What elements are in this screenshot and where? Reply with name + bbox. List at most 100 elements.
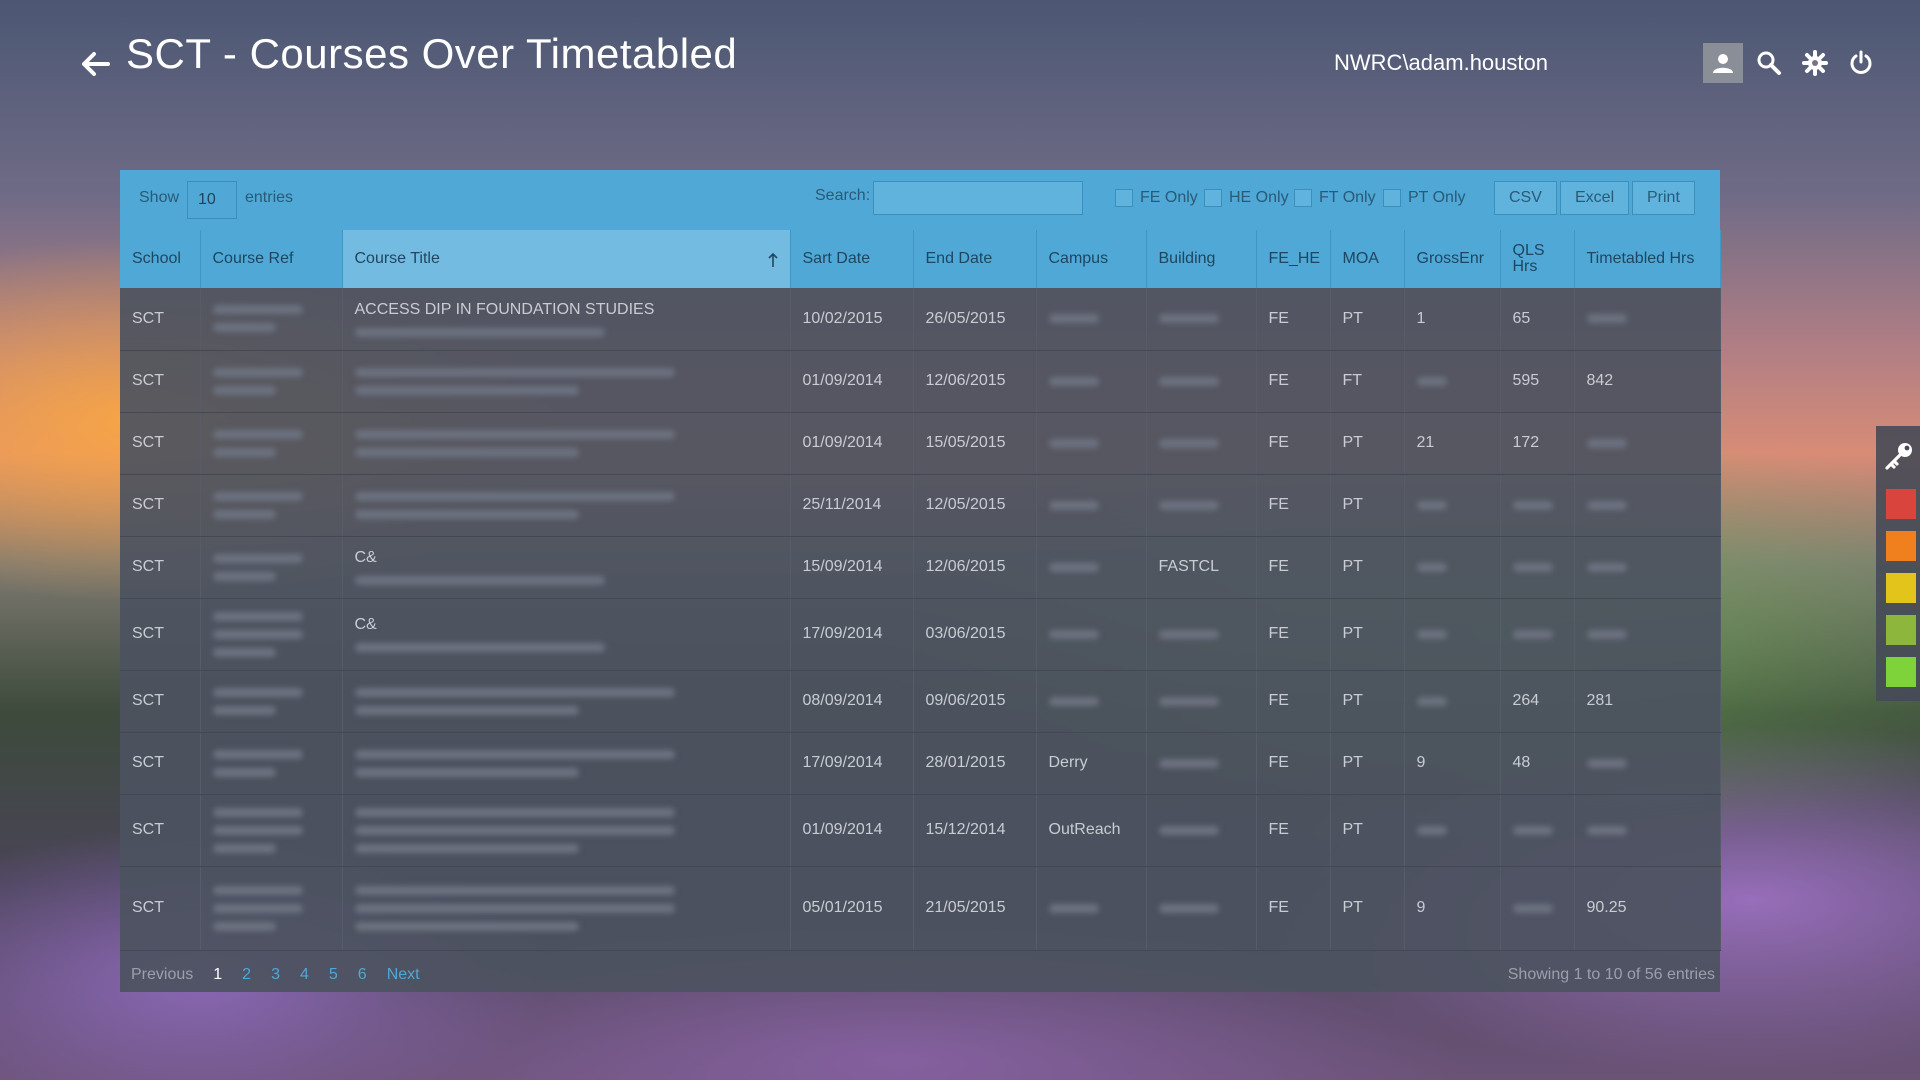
excel-button[interactable]: Excel [1560, 181, 1630, 215]
redacted-text [212, 491, 303, 501]
cell-text: SCT [132, 625, 164, 642]
redacted-text [354, 327, 605, 337]
cell-text: 10/02/2015 [802, 309, 883, 327]
page-1-button[interactable]: 1 [213, 966, 222, 984]
col-school[interactable]: School [120, 230, 201, 288]
search-input[interactable] [873, 181, 1083, 215]
he-only-filter[interactable]: HE Only [1204, 189, 1289, 207]
col-course-title[interactable]: Course Title [342, 230, 791, 288]
table-row[interactable]: SCT 01/09/2014 15/05/2015 FE PT 21 172 [120, 412, 1721, 475]
cell-text: PT [1342, 821, 1363, 838]
col-timetabled-hrs[interactable]: Timetabled Hrs [1574, 230, 1721, 288]
cell-text: 21/05/2015 [925, 899, 1006, 916]
cell-ref [200, 732, 343, 795]
cell-moa: PT [1330, 670, 1405, 733]
cell-text: 12/06/2015 [925, 372, 1006, 389]
cell-end: 03/06/2015 [913, 598, 1037, 671]
cell-fe-he: FE [1256, 598, 1331, 671]
cell-building [1146, 598, 1257, 671]
cell-building [1146, 288, 1257, 351]
cell-building [1146, 412, 1257, 475]
ft-only-checkbox[interactable] [1294, 189, 1312, 207]
search-icon[interactable] [1756, 50, 1782, 76]
table-row[interactable]: SCT 01/09/2014 12/06/2015 FE FT 595 842 [120, 350, 1721, 413]
col-moa[interactable]: MOA [1330, 230, 1405, 288]
col-course-ref[interactable]: Course Ref [200, 230, 343, 288]
page-4-button[interactable]: 4 [300, 966, 309, 984]
col-fe-he[interactable]: FE_HE [1256, 230, 1331, 288]
key-icon[interactable] [1883, 440, 1915, 472]
color-swatch-red[interactable] [1886, 489, 1916, 519]
redacted-text [1416, 500, 1447, 510]
table-row[interactable]: SCT 08/09/2014 09/06/2015 FE PT 264 281 [120, 670, 1721, 733]
fe-only-checkbox[interactable] [1115, 189, 1133, 207]
cell-qls: 264 [1500, 670, 1575, 733]
cell-text: 01/09/2014 [802, 372, 883, 389]
page-5-button[interactable]: 5 [329, 966, 338, 984]
redacted-text [1512, 500, 1553, 510]
cell-end: 15/12/2014 [913, 794, 1037, 867]
cell-text: 09/06/2015 [925, 692, 1006, 709]
cell-text: 28/01/2015 [925, 754, 1006, 771]
col-start-date[interactable]: Sart Date [790, 230, 914, 288]
cell-moa: PT [1330, 598, 1405, 671]
cell-ref [200, 412, 343, 475]
cell-campus [1036, 288, 1147, 351]
cell-building: FASTCL [1146, 536, 1257, 599]
entries-per-page-select[interactable]: 10 [187, 181, 237, 219]
col-end-date[interactable]: End Date [913, 230, 1037, 288]
ft-only-filter[interactable]: FT Only [1294, 189, 1376, 207]
col-building[interactable]: Building [1146, 230, 1257, 288]
page-3-button[interactable]: 3 [271, 966, 280, 984]
page-2-button[interactable]: 2 [242, 966, 251, 984]
col-qls-hrs[interactable]: QLS Hrs [1500, 230, 1575, 288]
redacted-text [212, 367, 303, 377]
cell-tt [1574, 412, 1721, 475]
table-row[interactable]: SCT 05/01/2015 21/05/2015 FE PT 9 90.25 [120, 866, 1721, 951]
cell-start: 01/09/2014 [790, 794, 914, 867]
cell-title: ACCESS DIP IN FOUNDATION STUDIES [342, 288, 791, 351]
power-icon[interactable] [1848, 50, 1874, 76]
entries-label: entries [245, 189, 294, 206]
col-campus[interactable]: Campus [1036, 230, 1147, 288]
cell-text: PT [1342, 309, 1363, 327]
he-only-checkbox[interactable] [1204, 189, 1222, 207]
cell-ref [200, 598, 343, 671]
color-swatch-olive-green[interactable] [1886, 615, 1916, 645]
fe-only-label: FE Only [1140, 189, 1198, 206]
cell-campus [1036, 350, 1147, 413]
table-toolbar: Show 10 entries Search: FE Only HE Only … [120, 170, 1720, 230]
pt-only-checkbox[interactable] [1383, 189, 1401, 207]
color-swatch-green[interactable] [1886, 657, 1916, 687]
redacted-text [212, 447, 276, 457]
pt-only-filter[interactable]: PT Only [1383, 189, 1466, 207]
fe-only-filter[interactable]: FE Only [1115, 189, 1198, 207]
cell-ref [200, 794, 343, 867]
col-gross-enr[interactable]: GrossEnr [1404, 230, 1501, 288]
cell-text: SCT [132, 899, 164, 916]
csv-button[interactable]: CSV [1494, 181, 1557, 215]
next-page-button[interactable]: Next [387, 966, 420, 984]
table-row[interactable]: SCT C& 17/09/2014 03/06/2015 FE PT [120, 598, 1721, 671]
table-row[interactable]: SCT 17/09/2014 28/01/2015 Derry FE PT 9 48 [120, 732, 1721, 795]
table-row[interactable]: SCT ACCESS DIP IN FOUNDATION STUDIES 10/02… [120, 288, 1721, 351]
gear-icon[interactable] [1802, 50, 1828, 76]
table-row[interactable]: SCT 25/11/2014 12/05/2015 FE PT [120, 474, 1721, 537]
cell-start: 17/09/2014 [790, 732, 914, 795]
redacted-text [1158, 629, 1219, 639]
table-row[interactable]: SCT 01/09/2014 15/12/2014 OutReach FE PT [120, 794, 1721, 867]
cell-text: 264 [1512, 692, 1540, 709]
print-button[interactable]: Print [1632, 181, 1695, 215]
redacted-text [1048, 903, 1099, 913]
cell-text: FE [1268, 625, 1289, 642]
color-swatch-orange[interactable] [1886, 531, 1916, 561]
back-arrow-icon[interactable] [78, 46, 114, 82]
previous-page-button[interactable]: Previous [131, 966, 193, 984]
user-icon[interactable] [1703, 43, 1743, 83]
table-row[interactable]: SCT C& 15/09/2014 12/06/2015 FASTCL FE PT [120, 536, 1721, 599]
redacted-text [354, 447, 579, 457]
page-6-button[interactable]: 6 [358, 966, 367, 984]
redacted-text [212, 305, 303, 315]
color-swatch-yellow[interactable] [1886, 573, 1916, 603]
redacted-text [354, 643, 605, 652]
